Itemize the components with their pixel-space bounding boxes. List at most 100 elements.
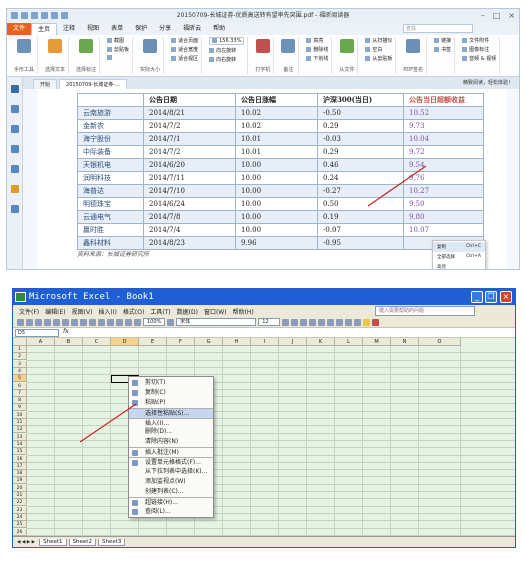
- row-header[interactable]: 11: [13, 419, 27, 426]
- table-cell[interactable]: 0.29: [317, 145, 404, 159]
- table-cell[interactable]: 2014/8/23: [143, 236, 236, 250]
- table-cell[interactable]: 2014/7/8: [143, 210, 236, 224]
- row-header[interactable]: 15: [13, 448, 27, 456]
- table-cell[interactable]: 9.76: [403, 171, 484, 185]
- column-header[interactable]: N: [391, 338, 419, 346]
- open-icon[interactable]: [26, 318, 33, 326]
- table-cell[interactable]: 10.00: [235, 184, 318, 198]
- bold-icon[interactable]: [282, 318, 290, 326]
- attachment-icon[interactable]: [10, 165, 19, 173]
- chart-icon[interactable]: [134, 318, 141, 326]
- table-cell[interactable]: 10.00: [235, 171, 318, 185]
- maximize-icon[interactable]: □: [493, 11, 501, 20]
- table-cell[interactable]: 0.24: [317, 171, 404, 185]
- row-header[interactable]: 19: [13, 477, 27, 485]
- bookmark-icon[interactable]: [10, 85, 19, 93]
- ribbon-small-button[interactable]: [107, 55, 129, 61]
- table-cell[interactable]: -0.95: [317, 236, 404, 250]
- table-cell[interactable]: 2014/6/24: [143, 197, 236, 211]
- table-cell[interactable]: 9.73: [403, 119, 484, 133]
- ribbon-small-button[interactable]: 剪贴板: [107, 46, 129, 53]
- row-header[interactable]: 8: [13, 397, 27, 405]
- ribbon-small-button[interactable]: 截图: [107, 37, 129, 44]
- table-cell[interactable]: 0.50: [317, 197, 404, 211]
- ribbon-button-label[interactable]: 手形工具: [14, 66, 34, 73]
- ribbon-button-label[interactable]: 选择文本: [45, 66, 65, 73]
- column-header[interactable]: L: [335, 338, 363, 346]
- table-cell[interactable]: 2014/7/2: [143, 119, 236, 133]
- row-header[interactable]: 25: [13, 521, 27, 529]
- context-menu-item[interactable]: 复制 Ctrl+C: [433, 242, 485, 252]
- row-header[interactable]: 22: [13, 499, 27, 507]
- row-header[interactable]: 16: [13, 455, 27, 463]
- column-header[interactable]: M: [363, 338, 391, 346]
- table-cell[interactable]: 0.46: [317, 158, 404, 172]
- row-header[interactable]: 6: [13, 382, 27, 390]
- context-menu-item[interactable]: 全部选择 Ctrl+A: [433, 252, 485, 262]
- preview-icon[interactable]: [53, 318, 60, 326]
- ribbon-button-label[interactable]: 选择标注: [76, 66, 96, 73]
- font-color-icon[interactable]: [372, 318, 380, 326]
- ribbon-tab[interactable]: 文件: [7, 23, 32, 35]
- table-cell[interactable]: 10.04: [403, 132, 484, 146]
- table-cell[interactable]: 9.96: [235, 236, 318, 250]
- redo-icon[interactable]: [51, 12, 58, 19]
- ribbon-button-label[interactable]: 打字机: [255, 66, 270, 73]
- border-icon[interactable]: [354, 318, 362, 326]
- print-icon[interactable]: [31, 12, 38, 19]
- table-cell[interactable]: 0.19: [317, 210, 404, 224]
- signature-icon[interactable]: [10, 205, 19, 213]
- help-icon[interactable]: [167, 318, 175, 326]
- column-header[interactable]: A: [27, 338, 55, 346]
- row-header[interactable]: 9: [13, 404, 27, 412]
- table-cell[interactable]: 0.29: [317, 119, 404, 133]
- row-header[interactable]: 7: [13, 389, 27, 397]
- table-cell[interactable]: 10.07: [403, 223, 484, 237]
- merge-icon[interactable]: [336, 318, 344, 326]
- table-cell[interactable]: 明德珠宝: [77, 197, 144, 211]
- table-cell[interactable]: 9.54: [403, 158, 484, 172]
- context-menu-item[interactable]: 删除(D)...: [129, 427, 213, 437]
- column-header[interactable]: H: [223, 338, 251, 346]
- undo-icon[interactable]: [98, 318, 105, 326]
- ribbon-small-button[interactable]: 链接: [434, 37, 451, 44]
- context-menu-item[interactable]: 高亮: [433, 262, 485, 269]
- column-header[interactable]: K: [307, 338, 335, 346]
- table-cell[interactable]: 10.00: [235, 223, 318, 237]
- ribbon-small-button[interactable]: 图像标注: [462, 46, 496, 53]
- table-cell[interactable]: 2014/7/10: [143, 184, 236, 198]
- close-icon[interactable]: ×: [508, 11, 515, 20]
- minimize-icon[interactable]: –: [481, 11, 485, 20]
- context-menu-item[interactable]: 超链接(H)...: [129, 496, 213, 507]
- ribbon-small-button[interactable]: 156.33%: [209, 37, 245, 45]
- font-size-select[interactable]: 12: [258, 318, 281, 326]
- underline-icon[interactable]: [300, 318, 308, 326]
- table-cell[interactable]: 10.02: [235, 106, 318, 120]
- ribbon-tab[interactable]: 视图: [81, 23, 105, 35]
- row-header[interactable]: 2: [13, 353, 27, 361]
- italic-icon[interactable]: [291, 318, 299, 326]
- copy-icon[interactable]: [80, 318, 87, 326]
- context-menu-item[interactable]: 插入批注(M): [129, 447, 213, 457]
- ribbon-small-button[interactable]: 空白: [365, 46, 392, 53]
- row-header[interactable]: 17: [13, 462, 27, 470]
- table-cell[interactable]: 云通电气: [77, 210, 144, 224]
- row-header[interactable]: 1: [13, 346, 27, 353]
- ribbon-small-button[interactable]: 向左旋转: [209, 47, 244, 54]
- tool-icon[interactable]: [255, 39, 270, 53]
- tool-icon[interactable]: [143, 39, 158, 53]
- table-cell[interactable]: 10.00: [235, 210, 318, 224]
- menu-item[interactable]: 工具(T): [150, 307, 170, 316]
- ribbon-tab[interactable]: 帮助: [207, 23, 231, 35]
- tool-icon[interactable]: [17, 39, 31, 53]
- sheet-tab[interactable]: Sheet1: [39, 539, 67, 546]
- menu-item[interactable]: 编辑(E): [45, 307, 65, 316]
- ribbon-tab[interactable]: 注释: [57, 23, 81, 35]
- redo-icon[interactable]: [107, 318, 114, 326]
- sheet-nav-arrows[interactable]: ◀ ◀ ▶ ▶: [17, 540, 35, 545]
- align-left-icon[interactable]: [309, 318, 317, 326]
- column-header[interactable]: C: [83, 338, 111, 346]
- menu-item[interactable]: 插入(I): [98, 307, 116, 316]
- ribbon-tab[interactable]: 表单: [105, 23, 129, 35]
- menu-item[interactable]: 格式(O): [123, 307, 144, 316]
